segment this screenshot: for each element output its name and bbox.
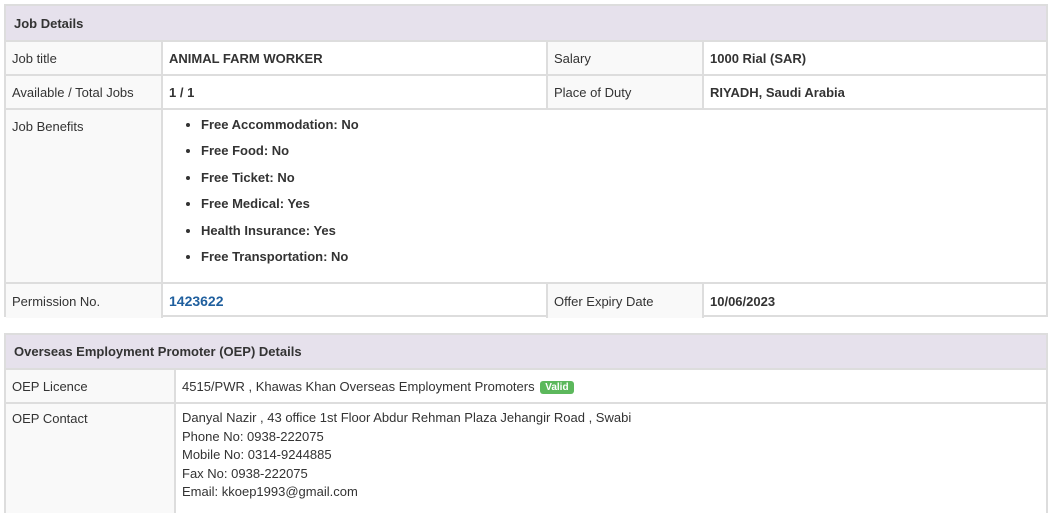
job-benefits-label: Job Benefits: [6, 108, 163, 284]
job-details-title: Job Details: [14, 15, 84, 31]
job-title-value: ANIMAL FARM WORKER: [161, 40, 548, 76]
list-item: Free Medical: Yes: [201, 191, 1040, 217]
table-row: Available / Total Jobs 1 / 1 Place of Du…: [6, 74, 1046, 110]
list-item: Free Accommodation: No: [201, 112, 1040, 138]
job-details-panel: Job Details Job title ANIMAL FARM WORKER…: [4, 4, 1048, 318]
oep-licence-value: 4515/PWR , Khawas Khan Overseas Employme…: [182, 378, 535, 394]
oep-details-table: OEP Licence 4515/PWR , Khawas Khan Overs…: [6, 368, 1046, 513]
table-row: Permission No. 1423622 Offer Expiry Date…: [6, 282, 1046, 318]
licence-status-badge: Valid: [540, 380, 574, 394]
contact-mobile: Mobile No: 0314-9244885: [182, 447, 332, 462]
job-title-label: Job title: [6, 40, 163, 76]
permission-no-label: Permission No.: [6, 282, 163, 318]
job-details-table: Job title ANIMAL FARM WORKER Salary 1000…: [6, 40, 1046, 318]
place-of-duty-value: RIYADH, Saudi Arabia: [702, 74, 1046, 110]
offer-expiry-value: 10/06/2023: [702, 282, 1046, 318]
job-details-heading: Job Details: [6, 6, 1046, 40]
benefits-list: Free Accommodation: No Free Food: No Fre…: [169, 112, 1040, 270]
list-item: Free Transportation: No: [201, 244, 1040, 270]
oep-details-heading: Overseas Employment Promoter (OEP) Detai…: [6, 335, 1046, 368]
oep-licence-label: OEP Licence: [6, 368, 176, 404]
list-item: Free Food: No: [201, 138, 1040, 164]
table-row: OEP Licence 4515/PWR , Khawas Khan Overs…: [6, 368, 1046, 404]
table-row: Job Benefits Free Accommodation: No Free…: [6, 108, 1046, 284]
table-row: Job title ANIMAL FARM WORKER Salary 1000…: [6, 40, 1046, 76]
oep-details-title: Overseas Employment Promoter (OEP) Detai…: [14, 344, 302, 359]
oep-licence-cell: 4515/PWR , Khawas Khan Overseas Employme…: [174, 368, 1046, 404]
job-benefits-cell: Free Accommodation: No Free Food: No Fre…: [161, 108, 1046, 284]
permission-no-cell: 1423622: [161, 282, 548, 318]
contact-email: Email: kkoep1993@gmail.com: [182, 484, 358, 499]
oep-details-panel: Overseas Employment Promoter (OEP) Detai…: [4, 333, 1048, 513]
salary-value: 1000 Rial (SAR): [702, 40, 1046, 76]
contact-fax: Fax No: 0938-222075: [182, 465, 308, 481]
oep-contact-label: OEP Contact: [6, 402, 176, 513]
permission-no-link[interactable]: 1423622: [169, 293, 224, 309]
oep-contact-cell: Danyal Nazir , 43 office 1st Floor Abdur…: [174, 402, 1046, 513]
contact-address: Danyal Nazir , 43 office 1st Floor Abdur…: [182, 410, 632, 425]
list-item: Health Insurance: Yes: [201, 218, 1040, 244]
contact-phone: Phone No: 0938-222075: [182, 428, 324, 444]
list-item: Free Ticket: No: [201, 165, 1040, 191]
salary-label: Salary: [546, 40, 704, 76]
offer-expiry-label: Offer Expiry Date: [546, 282, 704, 318]
available-jobs-value: 1 / 1: [161, 74, 548, 110]
available-jobs-label: Available / Total Jobs: [6, 74, 163, 110]
table-row: OEP Contact Danyal Nazir , 43 office 1st…: [6, 402, 1046, 513]
place-of-duty-label: Place of Duty: [546, 74, 704, 110]
